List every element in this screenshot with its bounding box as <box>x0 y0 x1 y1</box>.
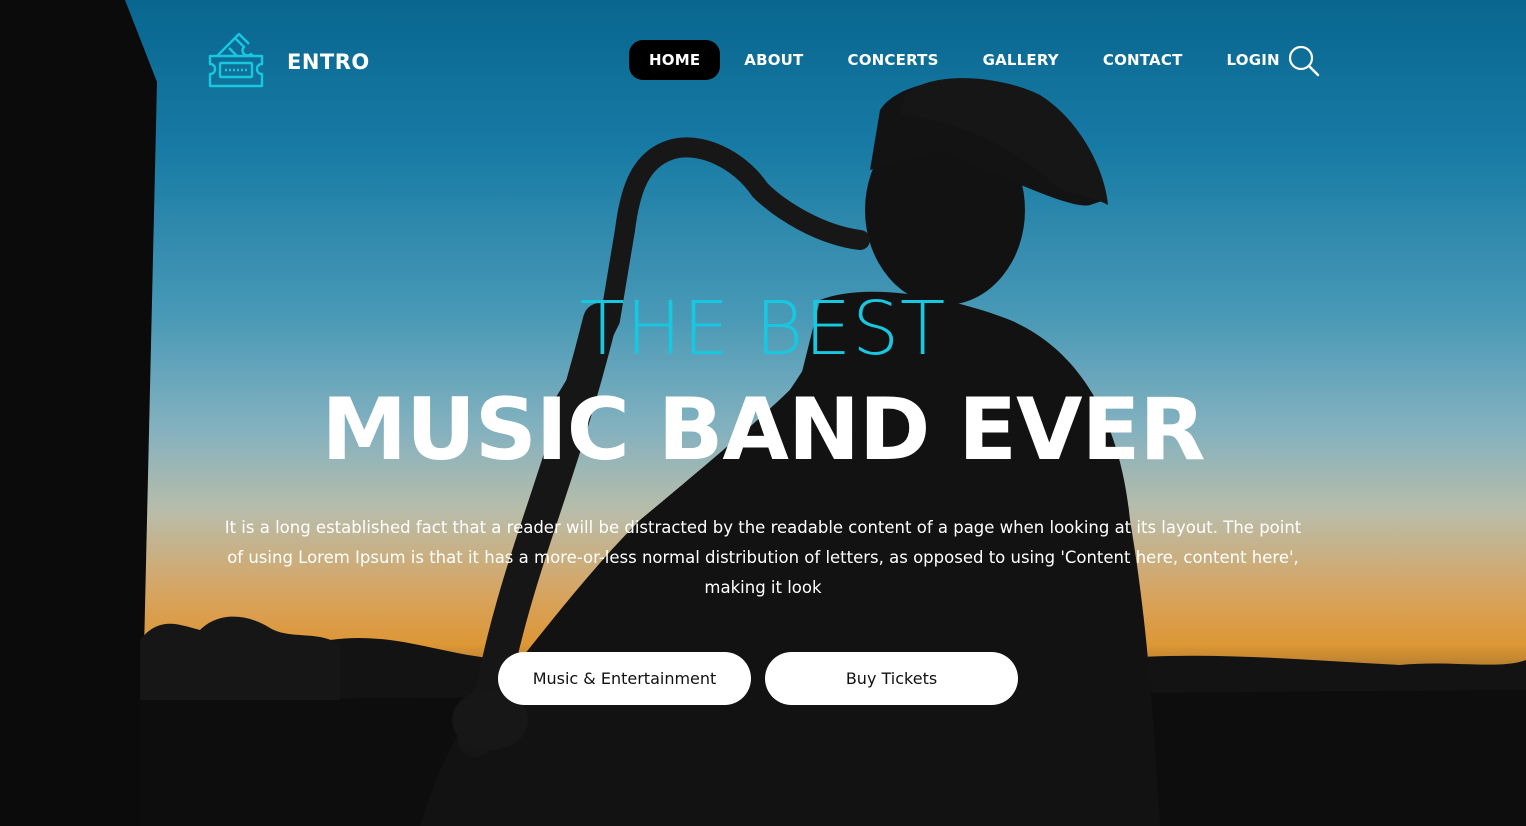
ticket-icon <box>207 32 265 92</box>
hero-headline: MUSIC BAND EVER <box>321 380 1205 480</box>
hero-section: ENTRO HOME ABOUT CONCERTS GALLERY CONTAC… <box>0 0 1526 826</box>
brand-logo[interactable]: ENTRO <box>207 32 370 92</box>
search-icon[interactable] <box>1287 44 1321 78</box>
hero-kicker: THE BEST <box>579 286 947 372</box>
description-line: of using Lorem Ipsum is that it has a mo… <box>227 548 1299 567</box>
brand-name: ENTRO <box>287 50 370 74</box>
nav-home[interactable]: HOME <box>629 40 721 80</box>
nav-about[interactable]: ABOUT <box>724 40 823 80</box>
description-line: It is a long established fact that a rea… <box>224 518 1302 537</box>
nav-gallery[interactable]: GALLERY <box>963 40 1079 80</box>
nav-login[interactable]: LOGIN <box>1207 40 1300 80</box>
hero-buttons: Music & Entertainment Buy Tickets <box>498 652 1018 705</box>
nav-concerts[interactable]: CONCERTS <box>828 40 959 80</box>
buy-tickets-button[interactable]: Buy Tickets <box>765 652 1018 705</box>
music-entertainment-button[interactable]: Music & Entertainment <box>498 652 751 705</box>
main-nav: HOME ABOUT CONCERTS GALLERY CONTACT LOGI… <box>629 40 1304 80</box>
nav-contact[interactable]: CONTACT <box>1083 40 1203 80</box>
hero-description: It is a long established fact that a rea… <box>210 513 1316 603</box>
description-line: making it look <box>704 578 822 597</box>
